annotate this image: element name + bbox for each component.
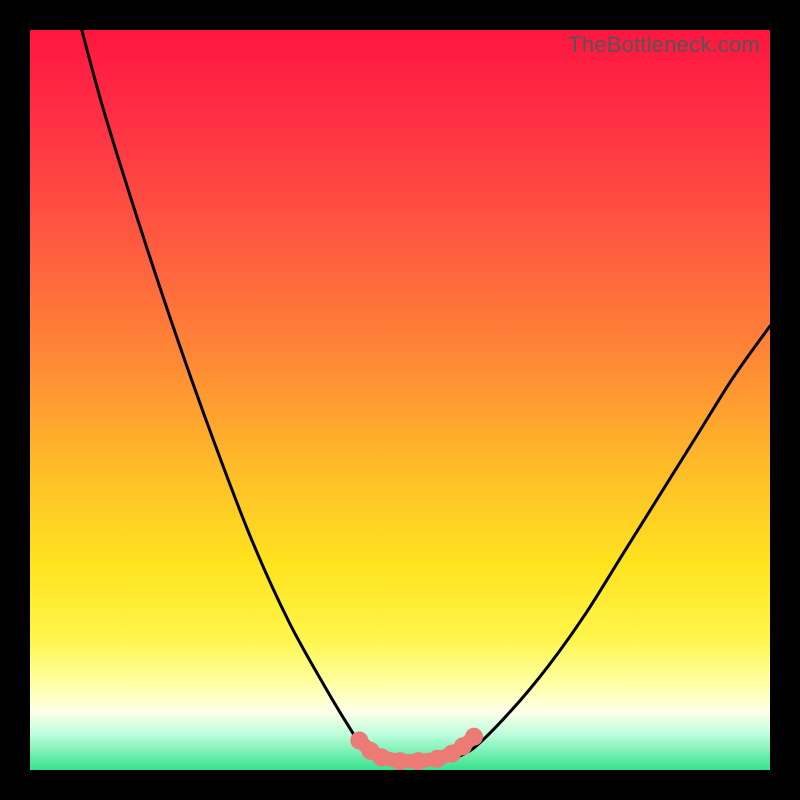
- marker-dot: [410, 752, 428, 770]
- bottleneck-curve-left: [82, 30, 378, 759]
- bottleneck-curve-right: [452, 326, 770, 759]
- marker-dot: [391, 752, 409, 770]
- curve-layer: [30, 30, 770, 770]
- bottom-markers: [350, 728, 483, 770]
- marker-dot: [465, 728, 483, 746]
- marker-dot: [373, 748, 391, 766]
- plot-area: TheBottleneck.com: [30, 30, 770, 770]
- chart-frame: TheBottleneck.com: [0, 0, 800, 800]
